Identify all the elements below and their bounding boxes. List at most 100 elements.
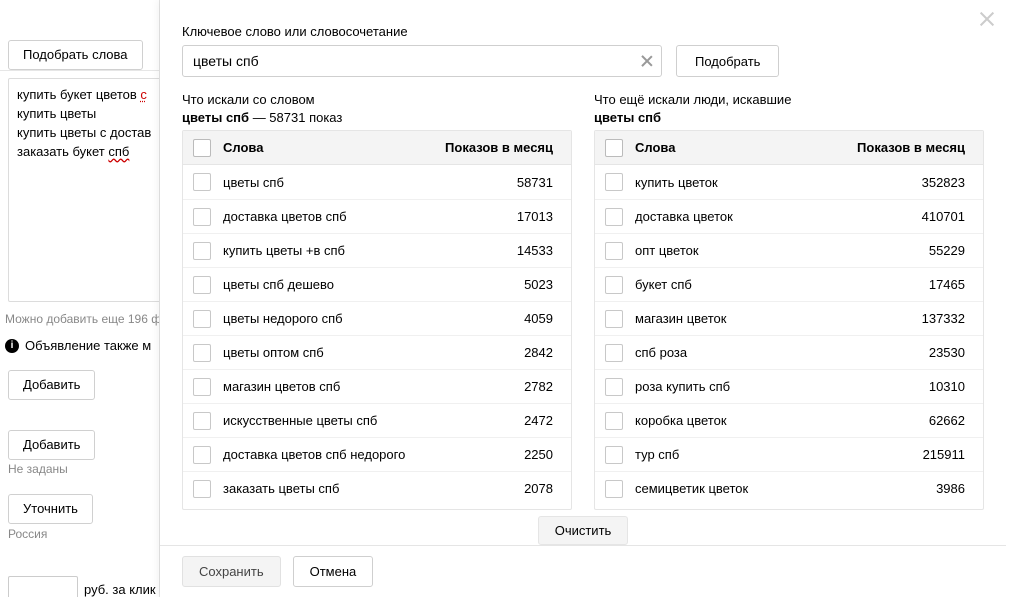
table-row[interactable]: спб роза23530 <box>595 335 983 369</box>
row-word: семицветик цветок <box>635 481 845 496</box>
left-table-body[interactable]: цветы спб58731доставка цветов спб17013ку… <box>183 165 571 509</box>
search-section: Ключевое слово или словосочетание Подобр… <box>160 0 1006 91</box>
row-count: 10310 <box>845 379 965 394</box>
table-row[interactable]: магазин цветок137332 <box>595 301 983 335</box>
price-suffix: руб. за клик <box>84 582 156 597</box>
row-checkbox[interactable] <box>605 276 623 294</box>
row-count: 2842 <box>433 345 553 360</box>
row-word: спб роза <box>635 345 845 360</box>
row-checkbox[interactable] <box>193 208 211 226</box>
row-checkbox[interactable] <box>605 446 623 464</box>
clear-button[interactable]: Очистить <box>538 516 629 545</box>
row-checkbox[interactable] <box>605 378 623 396</box>
price-input[interactable] <box>8 576 78 597</box>
row-checkbox[interactable] <box>193 310 211 328</box>
table-row[interactable]: цветы недорого спб4059 <box>183 301 571 335</box>
row-checkbox[interactable] <box>193 378 211 396</box>
table-row[interactable]: семицветик цветок3986 <box>595 471 983 505</box>
row-count: 215911 <box>845 447 965 462</box>
row-word: доставка цветов спб <box>223 209 433 224</box>
row-count: 14533 <box>433 243 553 258</box>
table-row[interactable]: искусственные цветы спб2472 <box>183 403 571 437</box>
row-checkbox[interactable] <box>605 173 623 191</box>
row-count: 2250 <box>433 447 553 462</box>
row-word: тур спб <box>635 447 845 462</box>
col-word-header: Слова <box>635 140 835 155</box>
table-row[interactable]: опт цветок55229 <box>595 233 983 267</box>
clear-row: Очистить <box>160 506 1006 545</box>
select-all-checkbox[interactable] <box>193 139 211 157</box>
table-row[interactable]: цветы спб дешево5023 <box>183 267 571 301</box>
table-row[interactable]: цветы оптом спб2842 <box>183 335 571 369</box>
row-word: цветы спб <box>223 175 433 190</box>
row-count: 2078 <box>433 481 553 496</box>
table-row[interactable]: цветы спб58731 <box>183 165 571 199</box>
table-row[interactable]: купить цветок352823 <box>595 165 983 199</box>
row-checkbox[interactable] <box>193 173 211 191</box>
row-checkbox[interactable] <box>605 412 623 430</box>
textarea-line: купить цветы с достав <box>17 124 169 143</box>
select-words-button[interactable]: Подобрать слова <box>8 40 143 70</box>
remaining-hint: Можно добавить еще 196 ф <box>5 312 161 326</box>
row-checkbox[interactable] <box>193 276 211 294</box>
row-count: 23530 <box>845 345 965 360</box>
table-row[interactable]: доставка цветов спб недорого2250 <box>183 437 571 471</box>
row-word: доставка цветок <box>635 209 845 224</box>
row-count: 17013 <box>433 209 553 224</box>
row-checkbox[interactable] <box>193 480 211 498</box>
row-word: купить цветы +в спб <box>223 243 433 258</box>
row-checkbox[interactable] <box>605 480 623 498</box>
cancel-button[interactable]: Отмена <box>293 556 374 587</box>
table-row[interactable]: доставка цветов спб17013 <box>183 199 571 233</box>
row-checkbox[interactable] <box>193 446 211 464</box>
add-button-2[interactable]: Добавить <box>8 430 95 460</box>
pick-button[interactable]: Подобрать <box>676 45 779 77</box>
table-row[interactable]: купить цветы +в спб14533 <box>183 233 571 267</box>
row-count: 4059 <box>433 311 553 326</box>
save-button[interactable]: Сохранить <box>182 556 281 587</box>
row-count: 352823 <box>845 175 965 190</box>
info-text: Объявление также м <box>25 338 151 353</box>
not-set-label: Не заданы <box>8 462 68 476</box>
table-row[interactable]: доставка цветок410701 <box>595 199 983 233</box>
table-row[interactable]: коробка цветок62662 <box>595 403 983 437</box>
textarea-line: купить букет цветов с <box>17 86 169 105</box>
row-checkbox[interactable] <box>193 242 211 260</box>
add-button[interactable]: Добавить <box>8 370 95 400</box>
row-checkbox[interactable] <box>605 208 623 226</box>
row-checkbox[interactable] <box>193 412 211 430</box>
table-row[interactable]: букет спб17465 <box>595 267 983 301</box>
row-word: магазин цветок <box>635 311 845 326</box>
table-row[interactable]: тур спб215911 <box>595 437 983 471</box>
row-checkbox[interactable] <box>605 242 623 260</box>
row-word: цветы недорого спб <box>223 311 433 326</box>
row-count: 62662 <box>845 413 965 428</box>
table-row[interactable]: роза купить спб10310 <box>595 369 983 403</box>
row-checkbox[interactable] <box>605 310 623 328</box>
select-all-checkbox[interactable] <box>605 139 623 157</box>
row-checkbox[interactable] <box>193 344 211 362</box>
right-table-body[interactable]: купить цветок352823доставка цветок410701… <box>595 165 983 509</box>
table-row[interactable]: магазин цветов спб2782 <box>183 369 571 403</box>
row-count: 3986 <box>845 481 965 496</box>
search-label: Ключевое слово или словосочетание <box>182 24 984 39</box>
row-word: магазин цветов спб <box>223 379 433 394</box>
row-word: букет спб <box>635 277 845 292</box>
right-table-head: Слова Показов в месяц <box>595 131 983 165</box>
keywords-textarea[interactable]: купить букет цветов скупить цветыкупить … <box>8 78 178 302</box>
modal-inner: Ключевое слово или словосочетание Подобр… <box>160 0 1006 597</box>
refine-button[interactable]: Уточнить <box>8 494 93 524</box>
right-caption: Что ещё искали люди, искавшие цветы спб <box>594 91 984 126</box>
keyword-picker-modal: Ключевое слово или словосочетание Подобр… <box>160 0 1010 597</box>
left-column: Что искали со словом цветы спб — 58731 п… <box>182 91 572 506</box>
right-table: Слова Показов в месяц купить цветок35282… <box>594 130 984 510</box>
row-count: 137332 <box>845 311 965 326</box>
right-column: Что ещё искали люди, искавшие цветы спб … <box>594 91 984 506</box>
clear-input-icon[interactable] <box>640 54 654 68</box>
table-row[interactable]: заказать цветы спб2078 <box>183 471 571 505</box>
row-checkbox[interactable] <box>605 344 623 362</box>
keyword-input[interactable] <box>182 45 662 77</box>
row-word: роза купить спб <box>635 379 845 394</box>
left-table-head: Слова Показов в месяц <box>183 131 571 165</box>
columns: Что искали со словом цветы спб — 58731 п… <box>160 91 1006 506</box>
